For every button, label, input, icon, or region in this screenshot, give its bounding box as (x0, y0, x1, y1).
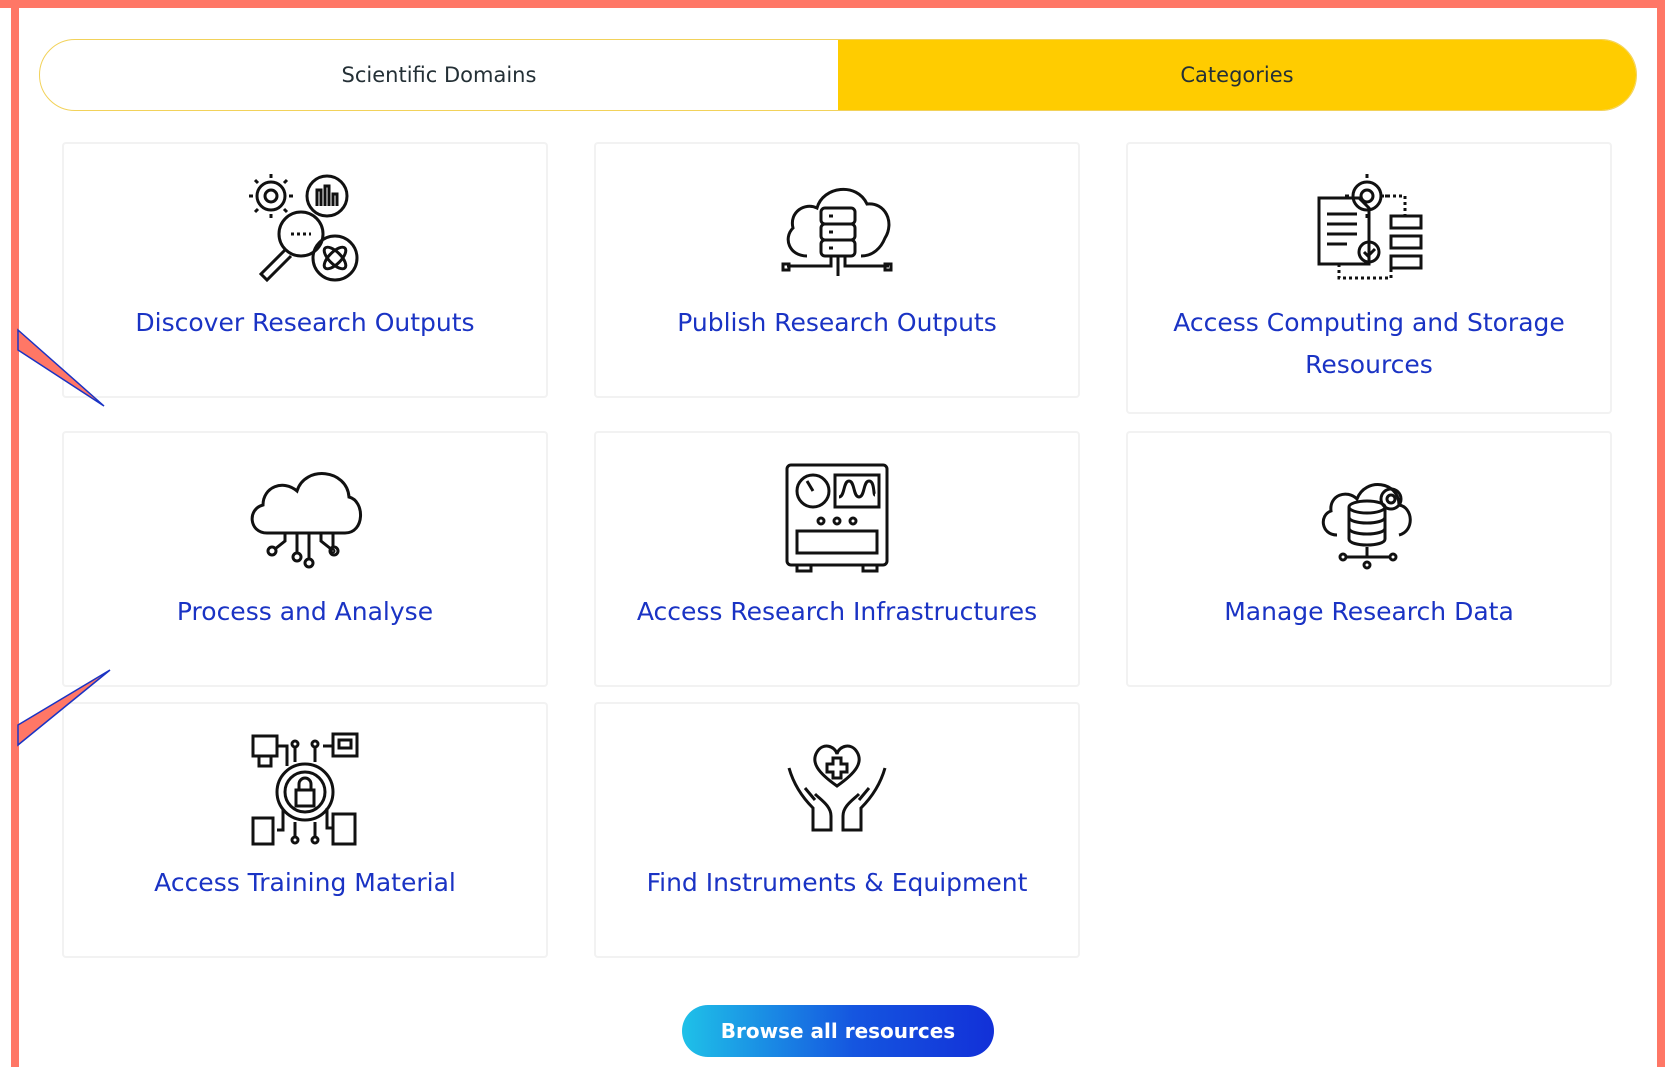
tab-categories[interactable]: Categories (838, 40, 1636, 110)
view-toggle: Scientific Domains Categories (39, 39, 1637, 111)
category-card-computing[interactable]: Access Computing and Storage Resources (1126, 142, 1612, 414)
computing-storage-icon (1317, 174, 1423, 280)
discover-research-icon (249, 174, 359, 283)
category-label: Process and Analyse (176, 597, 434, 626)
cloud-data-gear-icon (1321, 483, 1412, 570)
instrument-panel-icon (785, 463, 889, 573)
security-network-icon (251, 732, 359, 846)
category-card-manage-data[interactable]: Manage Research Data (1126, 431, 1612, 687)
category-card-infrastructures[interactable]: Access Research Infrastructures (594, 431, 1080, 687)
category-label: Manage Research Data (1224, 597, 1514, 626)
category-card-instruments[interactable]: Find Instruments & Equipment (594, 702, 1080, 958)
category-label: Publish Research Outputs (677, 308, 997, 337)
category-label: Discover Research Outputs (135, 308, 475, 337)
tab-scientific-domains[interactable]: Scientific Domains (40, 40, 838, 110)
callout-pointer-upper (17, 328, 105, 407)
heart-hands-icon (787, 744, 887, 832)
cloud-database-icon (781, 188, 893, 276)
callout-pointer-lower (17, 669, 111, 747)
browse-all-resources-button[interactable]: Browse all resources (682, 1005, 994, 1057)
callout-pointers (17, 328, 111, 747)
cloud-circuit-icon (250, 472, 362, 569)
category-label: Access Research Infrastructures (636, 597, 1038, 626)
category-card-publish[interactable]: Publish Research Outputs (594, 142, 1080, 398)
category-label: Access Computing and Storage Resources (1173, 308, 1565, 379)
category-label: Access Training Material (154, 868, 456, 897)
category-label: Find Instruments & Equipment (646, 868, 1028, 897)
frame-top-border (0, 0, 1665, 8)
frame-right-border (1657, 0, 1665, 1067)
